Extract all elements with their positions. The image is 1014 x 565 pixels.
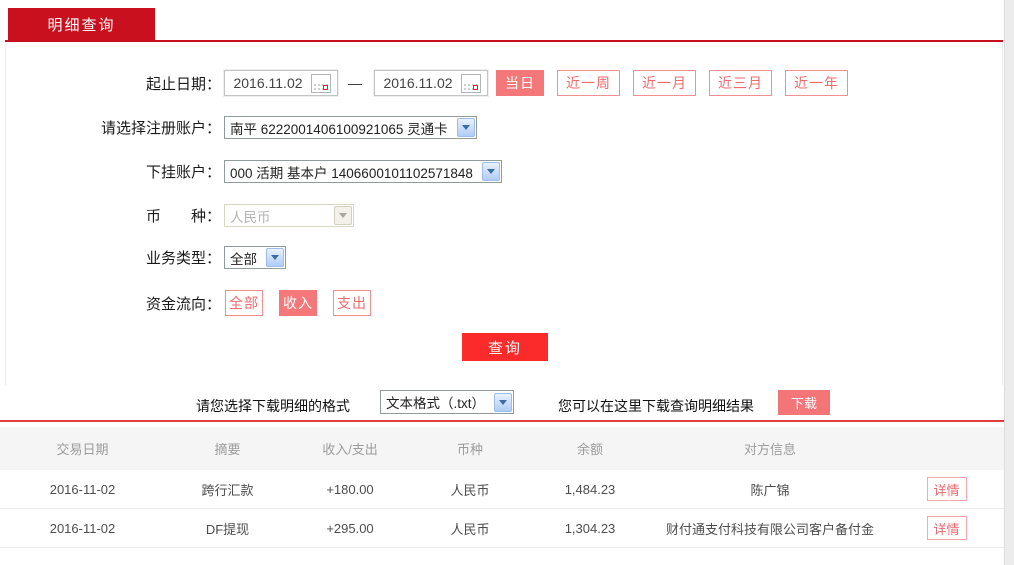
- download-hint: 您可以在这里下载查询明细结果: [558, 396, 754, 416]
- col-header-balance: 余额: [530, 439, 650, 458]
- query-button[interactable]: 查询: [462, 333, 548, 361]
- quick-range-year-button[interactable]: 近一年: [785, 70, 848, 96]
- quick-range-week-button[interactable]: 近一周: [557, 70, 620, 96]
- detail-query-page: 明细查询 起止日期： —: [0, 0, 1014, 565]
- sub-account-value: 000 活期 基本户 1406600101102571848: [230, 162, 481, 182]
- cell-counterparty: 陈广锦: [650, 480, 890, 499]
- cell-summary: 跨行汇款: [165, 480, 290, 499]
- currency-label: 币 种：: [11, 205, 221, 226]
- currency-value: 人民币: [230, 206, 333, 226]
- chevron-down-icon: [334, 206, 352, 225]
- detail-button[interactable]: 详情: [927, 477, 967, 501]
- sub-account-label: 下挂账户：: [11, 161, 221, 182]
- business-type-value: 全部: [230, 248, 265, 268]
- col-header-counterparty: 对方信息: [650, 439, 890, 458]
- end-date-field[interactable]: [374, 70, 488, 96]
- sub-account-row: 下挂账户： 000 活期 基本户 1406600101102571848: [11, 160, 502, 183]
- calendar-icon[interactable]: [311, 74, 331, 93]
- results-table: 交易日期 摘要 收入/支出 币种 余额 对方信息 2016-11-02 跨行汇款…: [0, 420, 1004, 548]
- fund-flow-all-button[interactable]: 全部: [225, 290, 263, 316]
- cell-date: 2016-11-02: [0, 521, 165, 536]
- currency-select: 人民币: [224, 204, 354, 227]
- table-header-row: 交易日期 摘要 收入/支出 币种 余额 对方信息: [0, 427, 1004, 470]
- download-format-label: 请您选择下载明细的格式: [196, 396, 350, 416]
- registered-account-label: 请选择注册账户：: [11, 117, 221, 138]
- cell-amount: +295.00: [290, 521, 410, 536]
- business-type-row: 业务类型： 全部: [11, 246, 286, 269]
- chevron-down-icon[interactable]: [457, 118, 475, 137]
- business-type-select[interactable]: 全部: [224, 246, 286, 269]
- quick-range-month-button[interactable]: 近一月: [633, 70, 696, 96]
- date-range-label: 起止日期：: [11, 73, 221, 94]
- registered-account-select[interactable]: 南平 6222001406100921065 灵通卡: [224, 116, 477, 139]
- start-date-field[interactable]: [224, 70, 338, 96]
- cell-amount: +180.00: [290, 482, 410, 497]
- chevron-down-icon[interactable]: [266, 248, 284, 267]
- fund-flow-income-button[interactable]: 收入: [279, 290, 317, 316]
- cell-balance: 1,304.23: [530, 521, 650, 536]
- cell-summary: DF提现: [165, 519, 290, 538]
- table-row: 2016-11-02 DF提现 +295.00 人民币 1,304.23 财付通…: [0, 509, 1004, 548]
- sub-account-select[interactable]: 000 活期 基本户 1406600101102571848: [224, 160, 502, 183]
- tab-detail-query[interactable]: 明细查询: [8, 8, 155, 41]
- quick-range-3months-button[interactable]: 近三月: [709, 70, 772, 96]
- registered-account-row: 请选择注册账户： 南平 6222001406100921065 灵通卡: [11, 116, 477, 139]
- scrollbar-gutter[interactable]: [1004, 0, 1014, 565]
- tab-label: 明细查询: [47, 14, 115, 35]
- download-format-select[interactable]: 文本格式（.txt）: [380, 390, 514, 414]
- col-header-summary: 摘要: [165, 439, 290, 458]
- download-format-value: 文本格式（.txt）: [386, 392, 493, 412]
- detail-button[interactable]: 详情: [927, 516, 967, 540]
- col-header-currency: 币种: [410, 439, 530, 458]
- chevron-down-icon[interactable]: [494, 393, 512, 412]
- col-header-date: 交易日期: [0, 439, 165, 458]
- calendar-icon[interactable]: [461, 74, 481, 93]
- col-header-amount: 收入/支出: [290, 439, 410, 458]
- date-range-row: 起止日期： — 当日 近一周 近一月 近三月: [11, 70, 848, 96]
- chevron-down-icon[interactable]: [482, 162, 500, 181]
- date-separator: —: [348, 75, 362, 91]
- registered-account-value: 南平 6222001406100921065 灵通卡: [230, 118, 456, 138]
- cell-balance: 1,484.23: [530, 482, 650, 497]
- start-date-input[interactable]: [225, 75, 311, 91]
- cell-date: 2016-11-02: [0, 482, 165, 497]
- quick-range-today-button[interactable]: 当日: [496, 70, 544, 96]
- download-button[interactable]: 下载: [778, 390, 830, 415]
- fund-flow-row: 资金流向： 全部 收入 支出: [11, 290, 371, 316]
- end-date-input[interactable]: [375, 75, 461, 91]
- table-row: 2016-11-02 跨行汇款 +180.00 人民币 1,484.23 陈广锦…: [0, 470, 1004, 509]
- currency-row: 币 种： 人民币: [11, 204, 354, 227]
- business-type-label: 业务类型：: [11, 247, 221, 268]
- fund-flow-label: 资金流向：: [11, 293, 221, 314]
- cell-counterparty: 财付通支付科技有限公司客户备付金: [650, 519, 890, 538]
- cell-currency: 人民币: [410, 519, 530, 538]
- fund-flow-expense-button[interactable]: 支出: [333, 290, 371, 316]
- cell-currency: 人民币: [410, 480, 530, 499]
